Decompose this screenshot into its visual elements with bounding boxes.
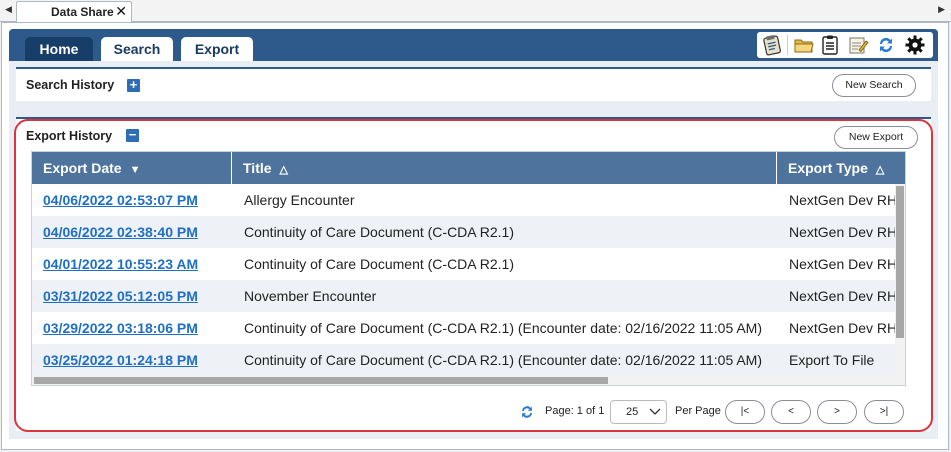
last-page-button[interactable]: >| [864,400,904,424]
export-type-cell: NextGen Dev RHIO [789,320,906,336]
export-history-section: Export History − New Export Export Date ▼… [16,117,931,431]
export-type-cell: NextGen Dev RHIO [789,256,906,272]
refresh-icon[interactable] [518,403,536,421]
sort-descending-icon: ▼ [129,164,141,176]
export-title-cell: Continuity of Care Document (C-CDA R2.1) [244,256,514,272]
toolbar [757,32,933,58]
tab-search[interactable]: Search [101,37,173,61]
new-export-button[interactable]: New Export [834,126,918,149]
export-date-link[interactable]: 04/06/2022 02:53:07 PM [43,184,198,216]
nav-header: Home Search Export [9,29,938,61]
scroll-left-icon[interactable]: ◀ [5,4,12,15]
chevron-down-icon [649,404,661,421]
expand-search-history-button[interactable]: + [127,78,140,92]
export-date-link[interactable]: 03/31/2022 05:12:05 PM [43,280,198,312]
column-header-label: Title [243,160,272,176]
sort-ascending-icon: △ [279,164,288,176]
export-date-link[interactable]: 04/06/2022 02:38:40 PM [43,216,198,248]
gear-icon[interactable] [904,34,926,56]
table-row[interactable]: 03/25/2022 01:24:18 PM Continuity of Car… [32,344,905,376]
clipboard-list-icon[interactable] [819,34,841,56]
export-title-cell: November Encounter [244,288,377,304]
document-tab-label: Data Share [51,5,114,19]
content-panel: Search History + New Search Export Histo… [9,61,938,439]
column-header-label: Export Date [43,160,122,176]
column-header-export-type[interactable]: Export Type △ [777,152,905,184]
export-title-cell: Allergy Encounter [244,192,355,208]
vertical-scrollbar-thumb[interactable] [896,186,904,338]
export-title-cell: Continuity of Care Document (C-CDA R2.1)… [244,352,763,368]
export-type-cell: Export To File [789,352,875,368]
sync-icon[interactable] [875,34,897,56]
column-header-export-date[interactable]: Export Date ▼ [32,152,232,184]
grid-header: Export Date ▼ Title △ Export Type △ [32,152,905,184]
main-frame: Home Search Export Search History + New … [1,22,949,450]
document-tab-data-share[interactable]: Data Share ✕ [16,1,132,23]
folder-open-icon[interactable] [793,34,815,56]
table-row[interactable]: 04/01/2022 10:55:23 AM Continuity of Car… [32,248,906,280]
edit-note-icon[interactable] [847,34,869,56]
new-search-button[interactable]: New Search [832,74,916,97]
close-icon[interactable]: ✕ [115,3,127,19]
tab-home[interactable]: Home [25,37,93,61]
export-title-cell: Continuity of Care Document (C-CDA R2.1) [244,224,514,240]
export-title-cell: Continuity of Care Document (C-CDA R2.1)… [244,320,763,336]
page-info: Page: 1 of 1 [545,405,605,417]
next-page-button[interactable]: > [817,400,857,424]
collapse-export-history-button[interactable]: − [126,128,139,142]
page-size-select[interactable]: 25 [610,400,667,424]
export-type-cell: NextGen Dev RHIO [789,288,906,304]
first-page-button[interactable]: |< [725,400,765,424]
export-date-link[interactable]: 03/25/2022 01:24:18 PM [43,344,198,376]
export-date-link[interactable]: 04/01/2022 10:55:23 AM [43,248,198,280]
table-row[interactable]: 03/31/2022 05:12:05 PM November Encounte… [32,280,906,312]
export-date-link[interactable]: 03/29/2022 03:18:06 PM [43,312,198,344]
toolbar-divider [787,35,788,55]
export-type-cell: NextGen Dev RHIO [789,192,906,208]
search-history-section: Search History + New Search [16,67,931,101]
column-header-label: Export Type [788,160,868,176]
table-row[interactable]: 03/29/2022 03:18:06 PM Continuity of Car… [32,312,906,344]
tab-export[interactable]: Export [181,37,253,61]
pager: Page: 1 of 1 25 Per Page |< < > >| [16,399,931,425]
export-history-grid: Export Date ▼ Title △ Export Type △ 04/06/2… [31,151,906,386]
horizontal-scrollbar-thumb[interactable] [34,377,608,384]
search-history-title: Search History [26,78,115,92]
clipboard-report-icon[interactable] [761,34,783,56]
document-tab-bar: ◀ Data Share ✕ ▶ [0,0,951,23]
scroll-right-icon[interactable]: ▶ [938,4,945,15]
sort-ascending-icon: △ [875,164,885,176]
export-history-title: Export History [26,129,113,143]
per-page-label: Per Page [675,405,721,417]
table-row[interactable]: 04/06/2022 02:53:07 PM Allergy Encounter… [32,184,906,216]
table-row[interactable]: 04/06/2022 02:38:40 PM Continuity of Car… [32,216,906,248]
column-header-title[interactable]: Title △ [232,152,777,184]
export-type-cell: NextGen Dev RHIO [789,224,906,240]
page-size-value: 25 [626,406,639,418]
previous-page-button[interactable]: < [771,400,811,424]
